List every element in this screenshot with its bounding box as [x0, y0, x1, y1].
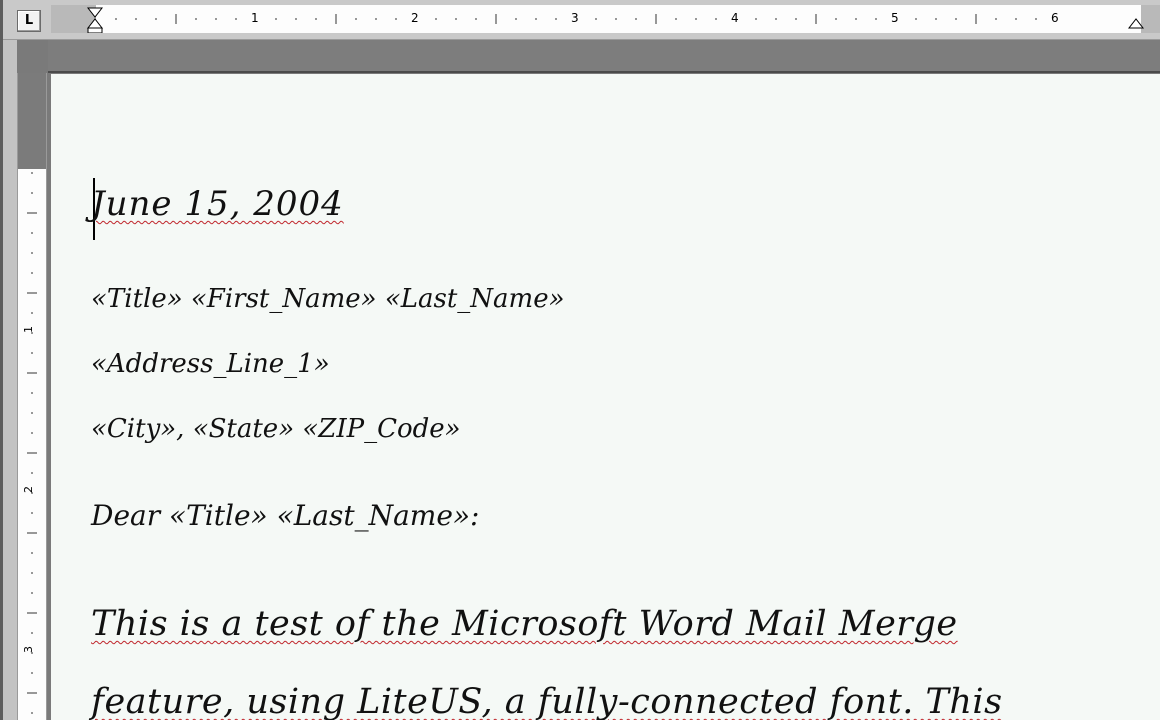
- ruler-ticks: [86, 7, 1145, 33]
- horizontal-ruler[interactable]: 1 2 3 4 5 6: [51, 5, 1160, 33]
- ruler-number: 5: [891, 11, 899, 25]
- ruler-number: 2: [411, 11, 419, 25]
- merge-field-city-state-zip-line[interactable]: «City», «State» «ZIP_Code»: [91, 414, 461, 444]
- vertical-ruler-ticks: [27, 172, 37, 714]
- right-indent-marker: [1127, 18, 1145, 29]
- vertical-ruler-number: 1: [22, 326, 35, 333]
- letter-body-line[interactable]: feature, using LiteUS, a fully-connected…: [91, 682, 1003, 720]
- vertical-ruler-number: 3: [22, 646, 35, 653]
- ruler-number: 1: [251, 11, 259, 25]
- first-line-indent-marker: [86, 7, 104, 18]
- letter-salutation[interactable]: Dear «Title» «Last_Name»:: [91, 499, 480, 532]
- page-top-margin-band: [48, 40, 1160, 73]
- left-chrome-strip: [3, 40, 17, 720]
- ruler-number: 6: [1051, 11, 1059, 25]
- letter-body-line[interactable]: This is a test of the Microsoft Word Mai…: [91, 604, 958, 644]
- horizontal-ruler-bar: L 1 2 3 4 5 6: [3, 0, 1160, 40]
- hanging-indent-marker: [86, 18, 104, 29]
- letter-date[interactable]: June 15, 2004: [91, 184, 344, 224]
- ruler-number: 3: [571, 11, 579, 25]
- merge-field-name-line[interactable]: «Title» «First_Name» «Last_Name»: [91, 284, 565, 314]
- document-page[interactable]: June 15, 2004 «Title» «First_Name» «Last…: [51, 74, 1160, 720]
- tab-stop-selector[interactable]: L: [17, 10, 41, 32]
- ruler-number: 4: [731, 11, 739, 25]
- left-indent-marker: [87, 27, 103, 33]
- merge-field-address-line[interactable]: «Address_Line_1»: [91, 349, 330, 379]
- vertical-ruler[interactable]: 1 2 3: [17, 73, 47, 720]
- vertical-ruler-number: 2: [22, 486, 35, 493]
